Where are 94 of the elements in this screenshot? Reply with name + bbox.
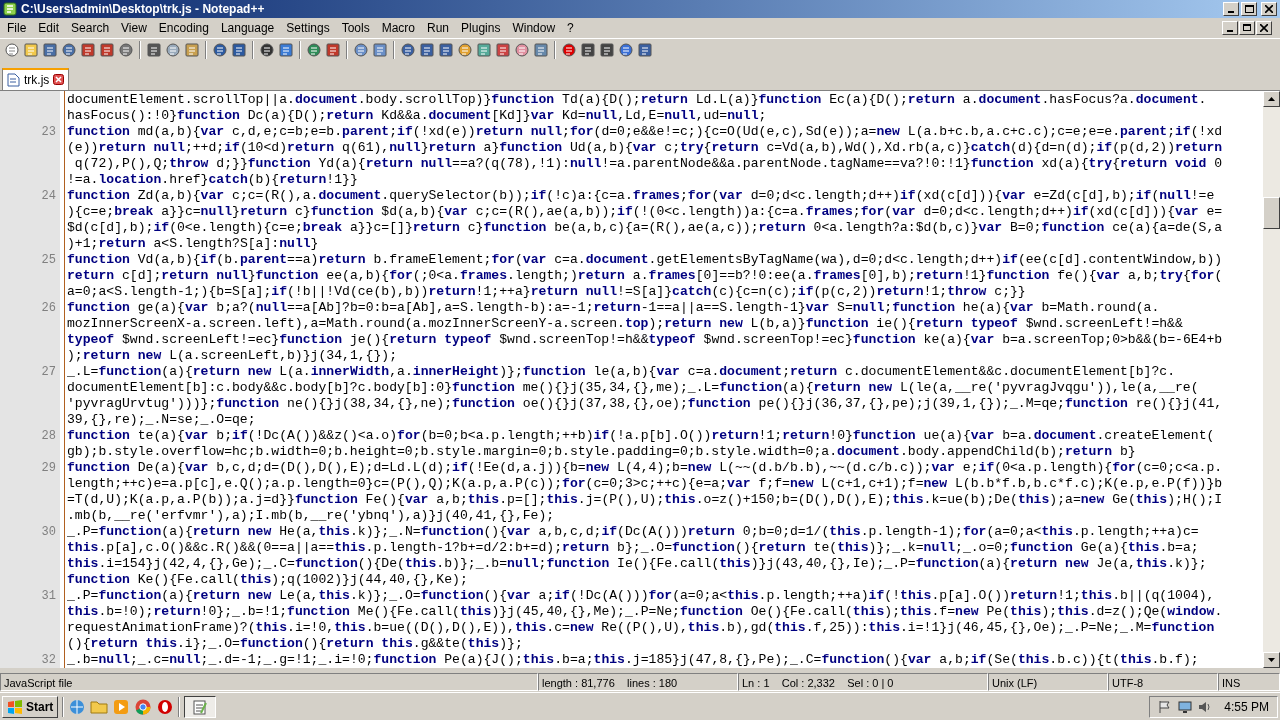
close-icon [1265, 5, 1273, 13]
menu-item[interactable]: Window [506, 18, 562, 37]
line-number: 29 [41, 460, 56, 475]
menu-item[interactable]: Macro [375, 18, 421, 37]
code-line: this.p[a],c.O()&&c.R()&&(0==a||a==this.p.length-1?b+=d/2:b+=d);return b};_.O=function(){return te(this)};_.k=null;_.o=0;function Ge(a){this.b=a; [66, 539, 1199, 556]
app-icon [3, 2, 17, 16]
menu-item[interactable]: View [115, 18, 153, 37]
tab-close-icon[interactable] [53, 74, 65, 86]
code-line: (){return this.i};_.O=function(){return this.g&&te(this)}; [66, 635, 523, 652]
code-line: length;++c)e=a.p[c],e.Q();a.p.length=0}c=(P(),Q);K(a.p,a.P(c));for(c=0;3>c;++c){e=a;var f;f=new L(c+1,c+1);f=new L(b.b*f.b,b.c*f.c);K(e.p,e.P(f))}b [66, 475, 1223, 492]
notepad-task-button[interactable] [184, 695, 217, 718]
code-line: this.b=!0);return!0};_.b=!1;function Me(){Fe.call(this)}j(45,40,{},Me);_.P=Ne;function Oe(){Fe.call(this);this.f=new Pe(this);this.d=z();Qe(window. [66, 603, 1223, 620]
close-icon [1260, 23, 1268, 32]
close-button[interactable] [1261, 2, 1277, 16]
document-restore-button[interactable] [1239, 20, 1255, 35]
code-line: _.P=function(a){return new He(a,this.k)};_.N=function(){var a,b,c,d;if(Dc(A()))return 0;b=0;d=1/(this.p.length-1);for(a=0;a<this.p.length;++a)c= [66, 523, 1199, 540]
code-line: a=0;a<S.length-1;){b=S[a];if(!b||!Vd(ce(b),b))return!1;++a}return null!=S[a]}catch(c){c=n(c);if(p(c,2))return!1;throw c;}} [66, 283, 1026, 300]
code-line: function Zd(a,b){var c;c=(R(),a.document.querySelector(b));if(!c)a:{c=a.frames;for(var d=0;d<c.length;d++)if(xd(c[d])){var e=Zd(c[d],b);if(null!=e [66, 187, 1215, 204]
down-arrow-icon [1268, 658, 1275, 663]
document-minimize-button[interactable] [1222, 20, 1238, 35]
code-line: q(72),P(),Q;throw d;}}function Yd(a){return null==a?(q(78),!1):null!=a.parentNode&&a.parentNode.tagName==va?!0:!1}function xd(a){try{return void 0 [73, 155, 1223, 172]
code-line: ){c=e;break a}}c=null}return c}function $d(a,b){var c;c=(R(),ae(a,b));if(!(0<c.length))a:{c=a.frames;for(var d=0;d<c.length;d++)if(xd(c[d])){var e= [66, 203, 1223, 220]
code-line: typeof $wnd.screenLeft!=ec}function je(){return typeof $wnd.screenTop!=h&&typeof $wnd.screenTop!=ec}function ke(a){var b=a.screenTop;0>b&&(b=-6E4+b [66, 331, 1223, 348]
menu-item[interactable]: Run [421, 18, 456, 37]
maximize-button[interactable] [1241, 2, 1257, 16]
code-line: function te(a){var b;if(!Dc(A())&&z()<a.o)for(b=0;b<a.p.length;++b)if(!a.p[b].O())return!1;return!0}function ue(a){var b=a.document.createElement( [66, 427, 1215, 444]
code-line: !=a.location.href}catch(b){return!1}} [66, 171, 358, 188]
code-line: function Vd(a,b){if(b.parent==a)return b.frameElement;for(var c=a.document.getElementsByTagName(wa),d=0;d<c.length;d++)if(ee(c[d].contentWindow,b)) [66, 251, 1223, 268]
browser-icon[interactable] [134, 697, 153, 716]
menu-item[interactable]: File [1, 18, 33, 37]
code-line: =T(d,U);K(a.p,a.P(b));a.j=d}}function Fe(){var a,b;this.p=[];this.j=(P(),U);this.o=z()+150;b=(D(),D(),E);this.k=ue(b);De(this);a=new Ge(this);H();I [66, 491, 1223, 508]
line-number: 27 [41, 364, 56, 379]
cursor-position: Ln : 1 Col : 2,332 Sel : 0 | 0 [738, 673, 988, 692]
line-number: 30 [41, 524, 56, 539]
vertical-scrollbar[interactable] [1263, 90, 1280, 669]
code-line: requestAnimationFrame)?(this.i=!0,this.b=ue((D(),D(),E)),this.c=new Re((P(),U),this.b),gd(this.f,25)):this.i=!1}j(46,45,{},Oe);_.P=Ne;_.M=function [66, 619, 1215, 636]
menu-item[interactable]: Settings [280, 18, 336, 37]
clock[interactable]: 4:55 PM [1224, 697, 1269, 716]
line-number: 25 [41, 252, 56, 267]
start-button[interactable]: Start [2, 695, 59, 718]
menu-item[interactable]: Tools [335, 18, 376, 37]
line-number: 28 [41, 428, 56, 443]
flag-icon[interactable] [1158, 699, 1173, 714]
code-line: _.L=function(a){return new L(a.innerWidth,a.innerHeight)};function le(a,b){var c=a.document;return c.documentElement&&c.documentElement[b]?c. [66, 363, 1176, 380]
scroll-down-button[interactable] [1263, 652, 1280, 669]
line-ending: Unix (LF) [988, 673, 1108, 692]
code-line: function ge(a){var b;a?(null==a[Ab]?b=0:b=a[Ab],a=S.length-b):a=-1;return-1==a||a==S.length-1}var S=null;function he(a){var b=Math.round(a. [66, 299, 1160, 316]
code-line: hasFocus():!0}function Dc(a){D();return Kd&&a.document[Kd]}var Kd=null,Ld,E=null,ud=null; [66, 107, 767, 124]
up-arrow-icon [1268, 96, 1275, 101]
code-line: _.P=function(a){return new Le(a,this.k)};_.O=function(){var a;if(!Dc(A()))for(a=0;a<this.p.length;++a)if(!this.p[a].O())return!1;this.b||(q(1004), [66, 587, 1215, 604]
code-line: this.i=154}j(42,4,{},Ge);_.C=function(){De(this.b)};_.b=null;function Ie(){Fe.call(this)}j(43,40,{},Ie);_.P=function(a){return new Je(a,this.k)}; [66, 555, 1207, 572]
file-type-label: JavaScript file [0, 673, 538, 692]
insert-mode: INS [1218, 673, 1280, 692]
code-line: function md(a,b){var c,d,e;c=b;e=b.parent;if(!xd(e))return null;for(d=0;e&&e!=c;){c=O(Ud(e,c),Sd(e));a=new L(a.b+c.b,a.c+c.c);c=e;e=e.parent;if(!xd [66, 123, 1223, 140]
file-tab[interactable]: trk.js [2, 67, 70, 90]
code-line: gb);b.style.overflow=hc;b.width=0;b.height=0;b.style.margin=0;b.style.padding=0;b.style.width=0;a.document.body.appendChild(b);return b} [66, 443, 1136, 460]
menu-item[interactable]: Language [214, 18, 281, 37]
line-number: 26 [41, 300, 56, 315]
menu-item[interactable]: Edit [32, 18, 66, 37]
encoding: UTF-8 [1108, 673, 1218, 692]
code-line: function Ke(){Fe.call(this);q(1002)}j(44,40,{},Ke); [66, 571, 468, 588]
code-line: documentElement.scrollTop||a.document.body.scrollTop)}function Td(a){D();return Ld.L(a)}function Ec(a){D();return a.document.hasFocus?a.document. [66, 91, 1207, 108]
line-number: 24 [41, 188, 56, 203]
menu-item[interactable]: Search [65, 18, 116, 37]
code-line: 'pyvragUrvtug')))};function ne(){}j(38,34,{},ne);function oe(){}j(37,38,{},oe);function pe(){}j(36,37,{},pe);j(39,1,{});_.M=qe;function re(){}j(41, [66, 395, 1223, 412]
file-icon [7, 72, 20, 87]
code-line: .mb(b,__re('erfvmr'),a);I.mb(b,__re('ybnq'),a)}j(40,41,{},Fe); [66, 507, 555, 524]
scroll-up-button[interactable] [1263, 90, 1280, 107]
ring-icon[interactable] [156, 697, 175, 716]
code-line: documentElement[b]:c.body&&c.body[b]?c.body[b]:0}function me(){}j(35,34,{},me);_.L=function(a){return new L(le(a,__re('pyvragJvqgu')),le(a,__re( [66, 379, 1199, 396]
code-line: _.b=null;_.c=null;_.d=-1;_.g=!1;_.i=!0;function Pe(a){J();this.b=a;this.j=185}j(47,8,{},Pe);_.C=function(){var a,b;if(Se(this.b.c)){t(this.b.f); [66, 651, 1199, 668]
code-line: function De(a){var b,c,d;d=(D(),D(),E);d=Ld.L(d);if(!Ee(d,a.j)){b=new L(4,4);b=new L(~~(d.b/b.b),~~(d.c/b.c));var e;if(0<a.p.length){for(c=0;c<a.p. [66, 459, 1223, 476]
scroll-thumb[interactable] [1263, 196, 1280, 229]
line-number: 23 [41, 124, 56, 139]
code-line: return c[d];return null}function ee(a,b){for(;0<a.frames.length;)return a.frames[0]==b?!0:ee(a.frames[0],b);return!1}function fe(){var a,b;try{for( [66, 267, 1223, 284]
notepad-icon [192, 698, 209, 715]
menu-item[interactable]: ? [561, 18, 580, 37]
code-line: (e))return null;++d;if(10<d)return q(61),null}return a}function Ud(a,b){var c;try{return c=Vd(a,b),Wd(),Xd.rb(a,c)}catch(d){d=n(d);if(p(d,2))return [66, 139, 1223, 156]
minimize-button[interactable] [1223, 2, 1239, 16]
code-line: mozInnerScreenX-a.screen.left),a=Math.round(a.mozInnerScreenY-a.screen.top);return new L(b,a)}function ie(){return typeof $wnd.screenLeft!=h&& [66, 315, 1183, 332]
document-close-button[interactable] [1256, 20, 1272, 35]
line-number: 32 [41, 652, 56, 667]
windows-flag-icon [7, 699, 23, 714]
code-line: $d(c[d],b);if(0<e.length){c=e;break a}}c=[]}return c}function be(a,b,c){a=(R(),ae(a,c));return 0<a.length?a:$d(b,c)}var B=0;function ce(a){a=de(S,a [66, 219, 1223, 236]
window-title: C:\Users\admin\Desktop\trk.js - Notepad++ [21, 3, 266, 15]
code-line: 39,{},re);_.N=se;_.O=qe; [66, 411, 256, 428]
line-number: 31 [41, 588, 56, 603]
code-line: )+1;return a<S.length?S[a]:null} [66, 235, 319, 252]
code-line: );return new L(a.screenLeft,b)}j(34,1,{}); [66, 347, 398, 364]
speaker-icon[interactable] [1198, 699, 1213, 714]
document-length: length : 81,776 lines : 180 [538, 673, 738, 692]
menu-item[interactable]: Encoding [152, 18, 215, 37]
menu-item[interactable]: Plugins [455, 18, 507, 37]
monitor-icon[interactable] [1178, 699, 1193, 714]
